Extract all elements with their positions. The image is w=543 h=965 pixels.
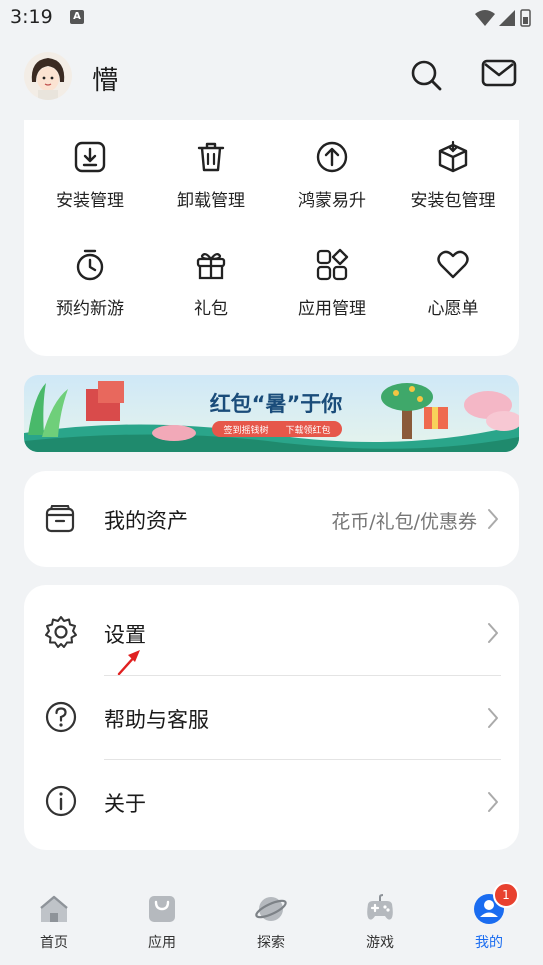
search-icon[interactable] [409, 58, 443, 96]
arrow-up-circle-icon [270, 140, 394, 178]
signal-icon [499, 10, 515, 26]
profile-header: 懵 [0, 48, 543, 108]
question-circle-icon [44, 700, 78, 738]
tab-label: 我的 [475, 935, 503, 951]
chevron-right-icon [487, 707, 499, 733]
settings-card: 设置 帮助与客服 关于 [24, 585, 519, 850]
chevron-right-icon [487, 791, 499, 817]
quick-action-label: 礼包 [194, 299, 228, 319]
banner-title: 红包“暑”于你 [210, 392, 343, 416]
quick-action-label: 鸿蒙易升 [298, 191, 366, 211]
wishlist-item[interactable]: 心愿单 [391, 248, 515, 319]
tab-games[interactable]: 游戏 [340, 892, 420, 952]
tab-mine[interactable]: 1 我的 [449, 882, 529, 952]
user-icon [472, 894, 506, 930]
notification-icon: A [70, 10, 84, 24]
my-assets-row[interactable]: 我的资产 花币/礼包/优惠券 [24, 471, 519, 567]
bag-icon [145, 896, 179, 930]
status-time: 3:19 [10, 6, 53, 28]
chevron-right-icon [487, 508, 499, 534]
promo-banner[interactable]: 红包“暑”于你 签到摇钱树 下载领红包 [24, 375, 519, 452]
quick-action-label: 心愿单 [427, 299, 479, 319]
quick-actions-card: 安装管理 卸载管理 鸿蒙易升 安装包管理 预约新游 礼包 应用管理 心愿单 [24, 120, 519, 356]
banner-subtitle-left: 签到摇钱树 [223, 424, 268, 436]
row-label: 帮助与客服 [104, 708, 209, 732]
username: 懵 [92, 66, 119, 96]
quick-action-label: 预约新游 [56, 299, 124, 319]
trash-icon [149, 140, 273, 178]
mail-icon[interactable] [481, 58, 517, 92]
tab-label: 首页 [40, 935, 68, 951]
status-icons [473, 8, 533, 32]
banner-subtitle-right: 下载领红包 [285, 424, 330, 436]
notification-badge: 1 [493, 882, 519, 908]
quick-action-label: 应用管理 [298, 299, 366, 319]
home-icon [37, 895, 71, 930]
app-grid-icon [270, 248, 394, 286]
tab-label: 探索 [257, 935, 285, 951]
gear-icon [44, 615, 78, 653]
status-bar: 3:19 A [0, 0, 543, 36]
wallet-box-icon [44, 503, 76, 539]
gift-icon [149, 248, 273, 286]
package-management-item[interactable]: 安装包管理 [391, 140, 515, 211]
info-circle-icon [44, 784, 78, 822]
settings-row[interactable]: 帮助与客服 [24, 676, 519, 759]
tab-home[interactable]: 首页 [14, 892, 94, 952]
heart-icon [391, 248, 515, 286]
pre-order-games-item[interactable]: 预约新游 [28, 248, 152, 319]
row-label: 设置 [104, 623, 146, 647]
app-management-item[interactable]: 应用管理 [270, 248, 394, 319]
avatar[interactable] [24, 52, 72, 100]
battery-icon [520, 9, 531, 27]
row-label: 关于 [104, 792, 146, 816]
tab-label: 应用 [148, 935, 176, 951]
alarm-clock-icon [28, 248, 152, 286]
wifi-icon [475, 10, 495, 26]
tab-explore[interactable]: 探索 [231, 892, 311, 952]
bottom-tab-bar: 首页 应用 探索 游戏 1 我的 [0, 880, 543, 965]
gift-pack-item[interactable]: 礼包 [149, 248, 273, 319]
quick-action-label: 安装管理 [56, 191, 124, 211]
settings-row[interactable]: 设置 [24, 585, 519, 676]
tab-apps[interactable]: 应用 [122, 892, 202, 952]
download-box-icon [28, 140, 152, 178]
chevron-right-icon [487, 622, 499, 648]
row-label: 我的资产 [104, 509, 188, 533]
quick-action-label: 安装包管理 [410, 191, 496, 211]
gamepad-icon [363, 894, 397, 930]
uninstall-management-item[interactable]: 卸载管理 [149, 140, 273, 211]
assets-summary: 花币/礼包/优惠券 [331, 511, 477, 533]
install-management-item[interactable]: 安装管理 [28, 140, 152, 211]
tab-label: 游戏 [366, 935, 394, 951]
settings-row[interactable]: 关于 [24, 760, 519, 845]
planet-icon [254, 897, 288, 930]
quick-action-label: 卸载管理 [177, 191, 245, 211]
harmony-upgrade-item[interactable]: 鸿蒙易升 [270, 140, 394, 211]
package-icon [391, 140, 515, 178]
